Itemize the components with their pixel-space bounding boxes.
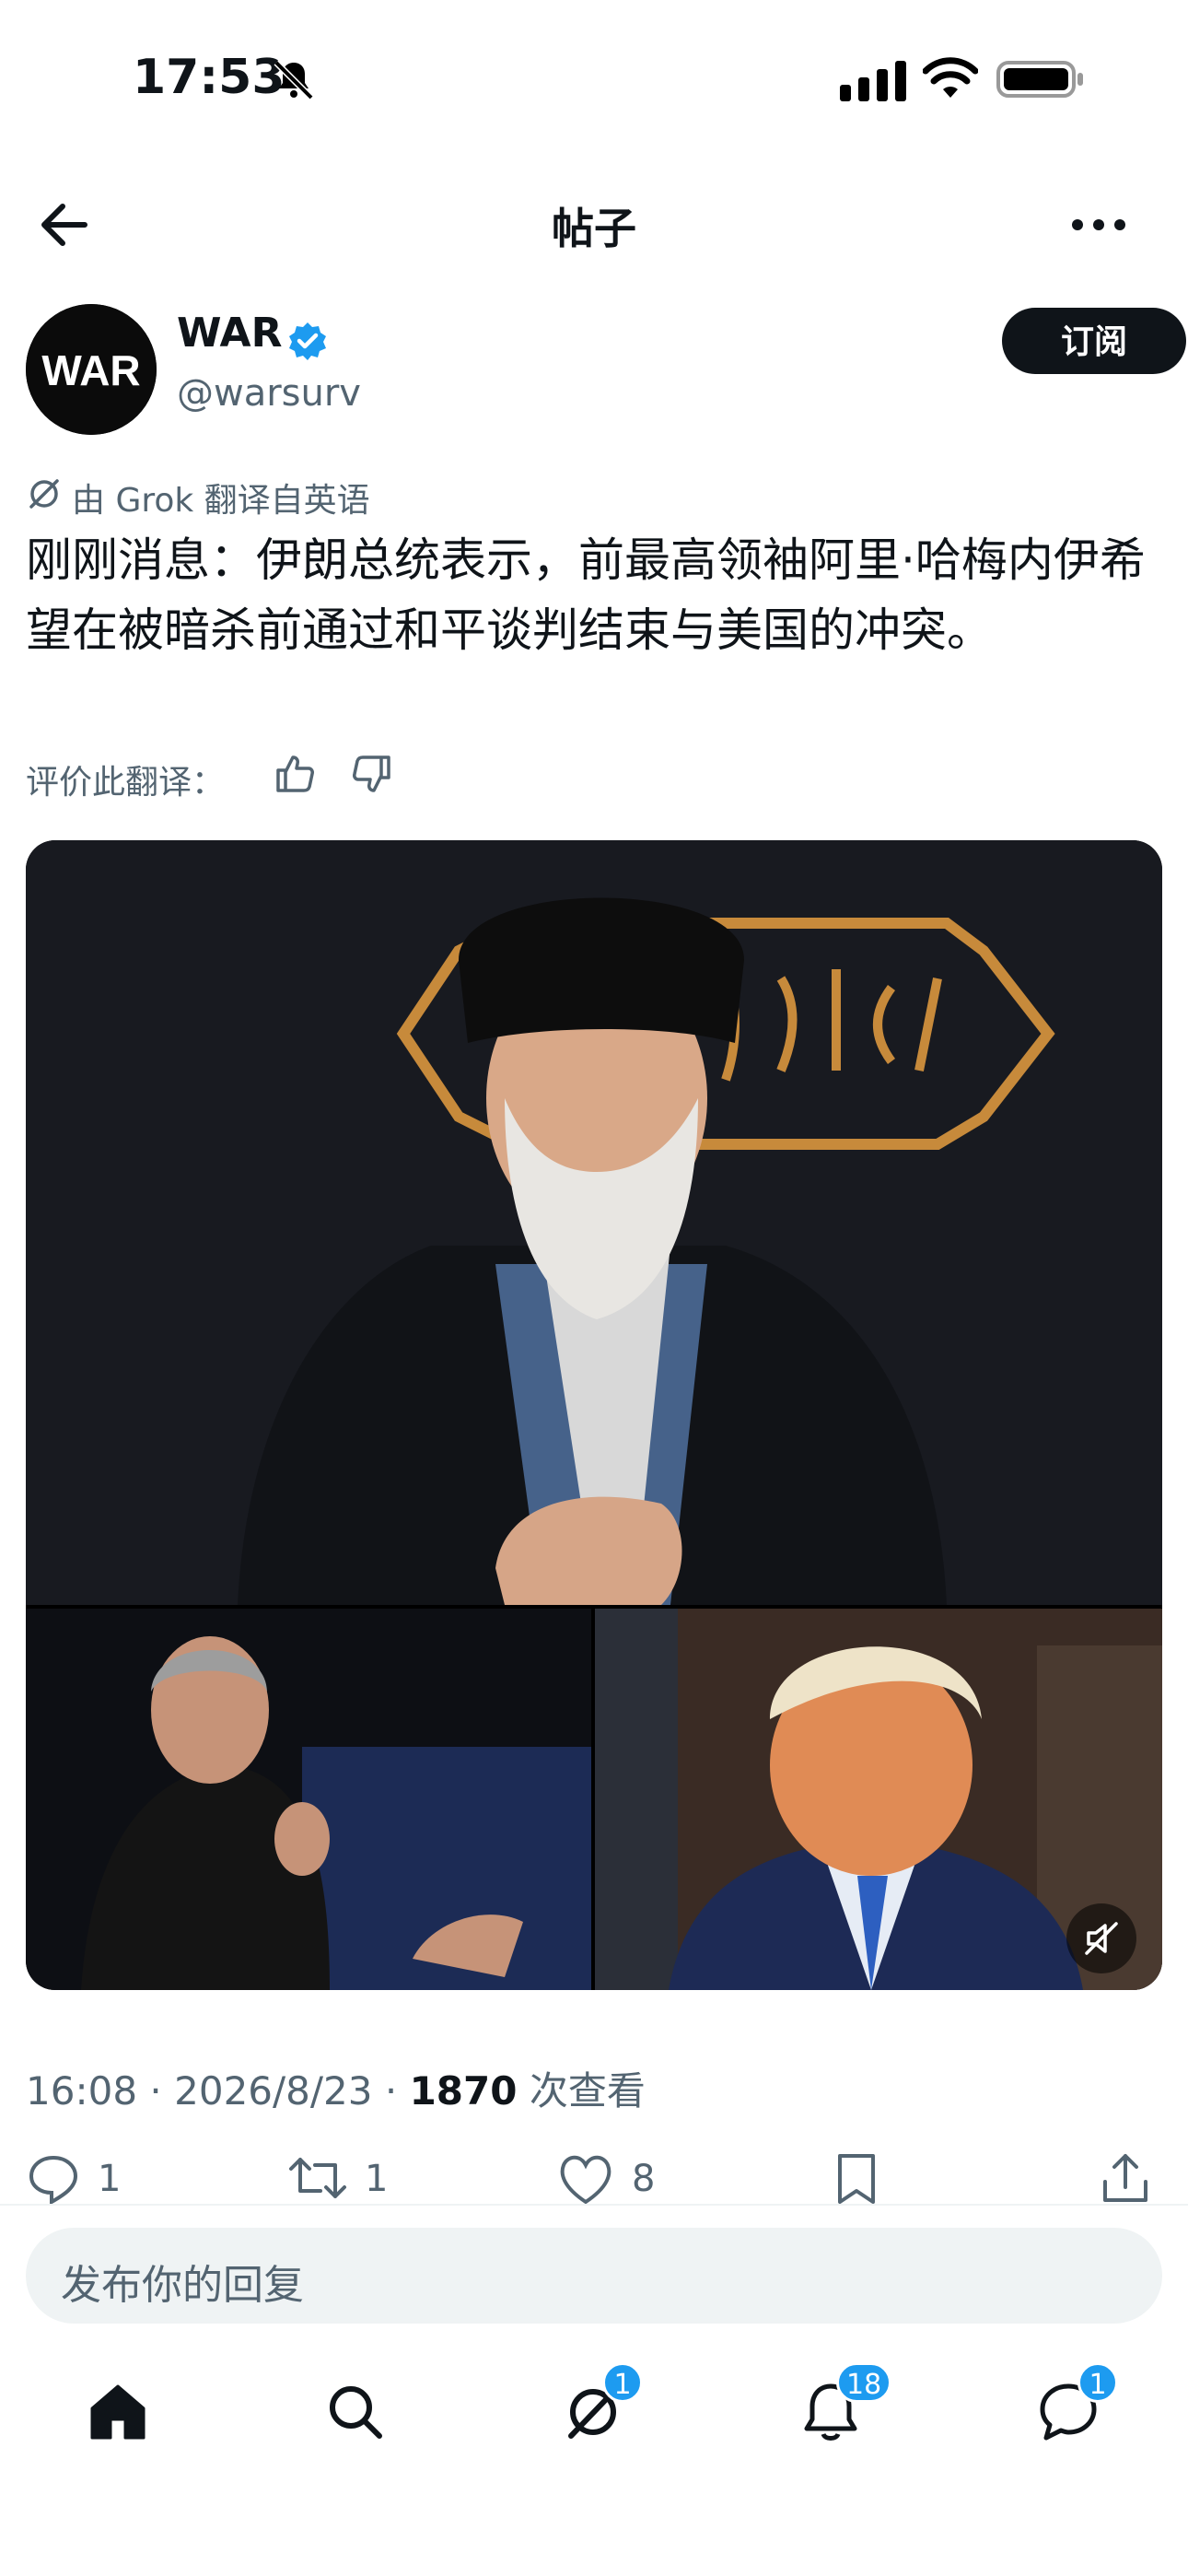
heart-icon <box>560 2155 611 2205</box>
share-action[interactable] <box>1098 2150 1153 2206</box>
battery-icon <box>996 61 1083 98</box>
repost-icon <box>289 2158 346 2198</box>
reply-placeholder[interactable]: 发布你的回复 <box>61 2252 304 2311</box>
views-label: 次查看 <box>529 2068 646 2113</box>
bookmark-action[interactable] <box>833 2150 880 2206</box>
notifications-badge: 18 <box>836 2362 892 2403</box>
war-logo-icon: WAR <box>26 304 157 435</box>
grok-icon <box>29 479 59 509</box>
post-date: 2026/8/23 <box>174 2068 373 2113</box>
repost-action[interactable]: 1 <box>287 2150 388 2206</box>
thumbs-up-icon[interactable] <box>273 752 317 796</box>
divider <box>0 2204 1188 2206</box>
repost-count: 1 <box>365 2158 389 2200</box>
meta-separator: · <box>149 2068 162 2113</box>
author-name[interactable]: WAR <box>177 310 283 357</box>
thumbs-down-icon[interactable] <box>350 752 394 796</box>
cellular-signal-icon <box>840 61 906 101</box>
translation-note[interactable]: 由 Grok 翻译自英语 <box>72 474 370 521</box>
verified-badge-icon <box>289 322 326 360</box>
post-text: 刚刚消息：伊朗总统表示，前最高领袖阿里·哈梅内伊希望在被暗杀前通过和平谈判结束与… <box>26 533 1146 657</box>
more-options-icon[interactable] <box>1068 205 1129 245</box>
reply-count: 1 <box>98 2158 122 2200</box>
meta-separator: · <box>384 2068 398 2113</box>
post-time: 16:08 <box>26 2068 138 2113</box>
view-count[interactable]: 1870 <box>410 2068 518 2113</box>
reply-icon <box>29 2155 78 2206</box>
post-actions: 1 1 8 <box>0 2150 1188 2206</box>
reply-action[interactable]: 1 <box>26 2150 121 2206</box>
home-icon[interactable] <box>85 2379 151 2445</box>
messages-badge: 1 <box>1077 2362 1118 2403</box>
rate-translation-label: 评价此翻译： <box>26 764 226 802</box>
subscribe-button[interactable]: 订阅 <box>1002 308 1186 374</box>
speaker-muted-icon <box>1085 1922 1118 1955</box>
search-icon[interactable] <box>322 2379 389 2445</box>
svg-text:WAR: WAR <box>41 346 140 394</box>
page-title: 帖子 <box>552 204 636 253</box>
media-image-cleric[interactable] <box>26 840 1162 1605</box>
post-media-grid[interactable] <box>26 840 1162 1990</box>
avatar[interactable]: WAR <box>26 304 157 435</box>
wifi-icon <box>923 57 978 98</box>
bell-muted-icon <box>274 60 314 100</box>
share-icon <box>1103 2154 1147 2202</box>
media-image-speaker[interactable] <box>26 1609 591 1990</box>
post-meta: 16:08 · 2026/8/23 · 1870 次查看 <box>26 2060 646 2116</box>
like-action[interactable]: 8 <box>556 2150 655 2206</box>
author-handle[interactable]: @warsurv <box>177 372 361 415</box>
status-time: 17:53 <box>133 50 285 105</box>
like-count: 8 <box>632 2158 656 2200</box>
grok-badge: 1 <box>602 2362 643 2403</box>
bookmark-icon <box>838 2154 875 2204</box>
mute-toggle-button[interactable] <box>1066 1903 1136 1973</box>
